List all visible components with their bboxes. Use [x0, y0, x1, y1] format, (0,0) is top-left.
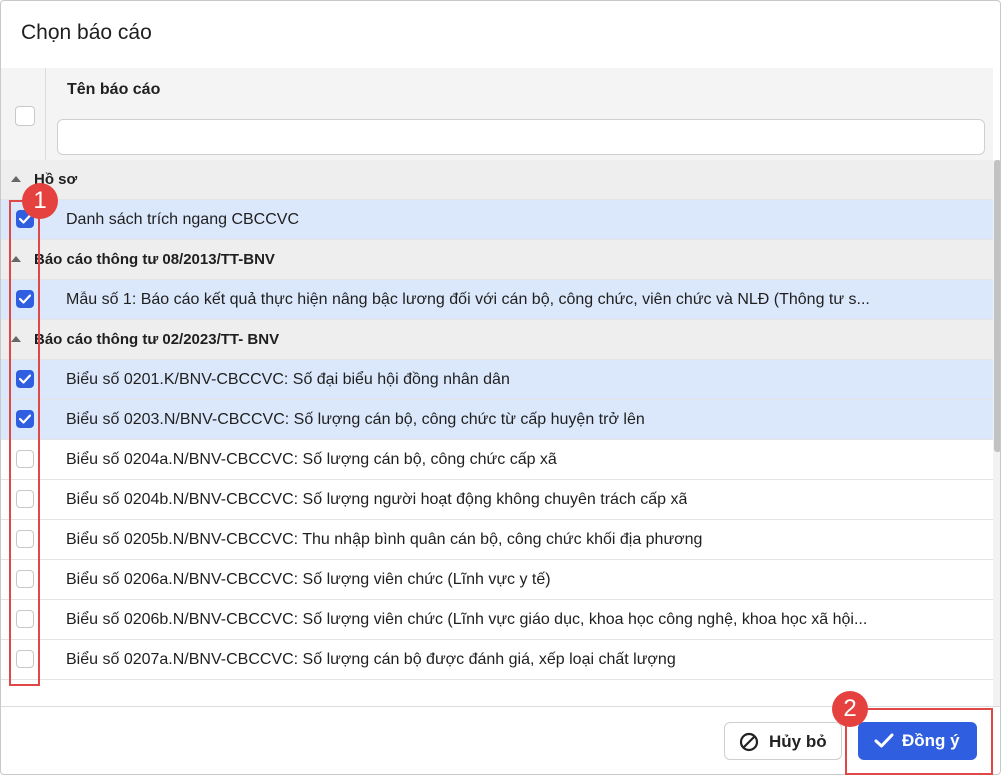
- scrollbar-thumb[interactable]: [994, 160, 1000, 452]
- report-name-filter-input[interactable]: [57, 119, 985, 155]
- report-row[interactable]: Biểu số 0204a.N/BNV-CBCCVC: Số lượng cán…: [1, 440, 993, 480]
- report-picker-dialog: Chọn báo cáo Tên báo cáo Hồ sơ Danh sách …: [0, 0, 1001, 775]
- cancel-icon: [739, 732, 759, 752]
- report-name: Biểu số 0206a.N/BNV-CBCCVC: Số lượng viê…: [66, 571, 551, 588]
- grid-scrollbar[interactable]: [993, 160, 1000, 706]
- report-row[interactable]: Biểu số 0204b.N/BNV-CBCCVC: Số lượng ngư…: [1, 480, 993, 520]
- select-all-checkbox[interactable]: [15, 106, 35, 126]
- report-row[interactable]: Biểu số 0206a.N/BNV-CBCCVC: Số lượng viê…: [1, 560, 993, 600]
- report-name: Biểu số 0201.K/BNV-CBCCVC: Số đại biểu h…: [66, 371, 510, 388]
- annotation-badge-1: 1: [22, 183, 58, 219]
- dialog-title: Chọn báo cáo: [21, 21, 152, 44]
- group-row[interactable]: Báo cáo thông tư 02/2023/TT- BNV: [1, 320, 993, 360]
- column-divider: [45, 68, 46, 160]
- group-label: Báo cáo thông tư 02/2023/TT- BNV: [34, 331, 280, 348]
- report-row[interactable]: Danh sách trích ngang CBCCVC: [1, 200, 993, 240]
- report-row[interactable]: Biểu số 0205b.N/BNV-CBCCVC: Thu nhập bìn…: [1, 520, 993, 560]
- report-row[interactable]: Biểu số 0206b.N/BNV-CBCCVC: Số lượng viê…: [1, 600, 993, 640]
- annotation-badge-2: 2: [832, 691, 868, 727]
- report-name: Biểu số 0204b.N/BNV-CBCCVC: Số lượng ngư…: [66, 491, 688, 508]
- annotation-highlight-checkboxes: [9, 200, 40, 686]
- report-grid: Tên báo cáo Hồ sơ Danh sách trích ngang C…: [1, 68, 1000, 706]
- column-header-report-name: Tên báo cáo: [67, 81, 161, 98]
- report-name: Biểu số 0204a.N/BNV-CBCCVC: Số lượng cán…: [66, 451, 557, 468]
- annotation-highlight-confirm: [845, 708, 993, 775]
- grid-header: Tên báo cáo: [1, 68, 993, 160]
- group-row[interactable]: Báo cáo thông tư 08/2013/TT-BNV: [1, 240, 993, 280]
- report-row[interactable]: Mẫu số 1: Báo cáo kết quả thực hiện nâng…: [1, 280, 993, 320]
- cancel-button[interactable]: Hủy bỏ: [724, 722, 842, 760]
- report-row[interactable]: Biểu số 0203.N/BNV-CBCCVC: Số lượng cán …: [1, 400, 993, 440]
- cancel-button-label: Hủy bỏ: [769, 732, 827, 751]
- report-row[interactable]: Biểu số 0201.K/BNV-CBCCVC: Số đại biểu h…: [1, 360, 993, 400]
- collapse-caret-icon[interactable]: [11, 176, 21, 182]
- report-name: Biểu số 0207a.N/BNV-CBCCVC: Số lượng cán…: [66, 651, 676, 668]
- report-name: Biểu số 0205b.N/BNV-CBCCVC: Thu nhập bìn…: [66, 531, 703, 548]
- report-name: Biểu số 0203.N/BNV-CBCCVC: Số lượng cán …: [66, 411, 645, 428]
- report-name: Danh sách trích ngang CBCCVC: [66, 211, 299, 228]
- report-name: Mẫu số 1: Báo cáo kết quả thực hiện nâng…: [66, 291, 870, 308]
- group-row[interactable]: Hồ sơ: [1, 160, 993, 200]
- group-label: Báo cáo thông tư 08/2013/TT-BNV: [34, 251, 275, 268]
- report-row[interactable]: Biểu số 0207a.N/BNV-CBCCVC: Số lượng cán…: [1, 640, 993, 680]
- report-name: Biểu số 0206b.N/BNV-CBCCVC: Số lượng viê…: [66, 611, 868, 628]
